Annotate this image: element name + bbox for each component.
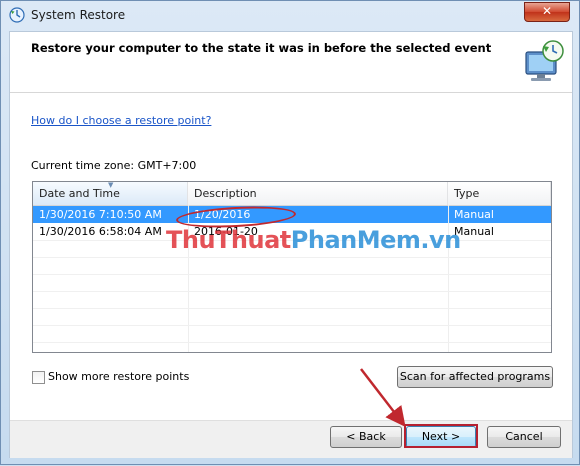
- watermark-logo: ThuThuatPhanMem.vn: [166, 226, 461, 254]
- page-title: Restore your computer to the state it wa…: [31, 41, 492, 55]
- system-restore-window: System Restore ✕ Restore your computer t…: [0, 0, 580, 465]
- watermark-part: Thuat: [215, 226, 291, 254]
- system-restore-icon: [9, 7, 25, 23]
- list-header: Date and Time Description Type ▼: [33, 182, 551, 206]
- row-type: Manual: [454, 208, 494, 221]
- watermark-part: PhanMem: [290, 226, 421, 254]
- back-button[interactable]: < Back: [330, 426, 402, 448]
- watermark-part: Thu: [166, 226, 216, 254]
- row-divider: [33, 325, 551, 326]
- close-icon: ✕: [541, 4, 553, 18]
- timezone-label: Current time zone: GMT+7:00: [31, 159, 197, 172]
- row-divider: [33, 274, 551, 275]
- cancel-button[interactable]: Cancel: [487, 426, 561, 448]
- row-divider: [33, 342, 551, 343]
- title-bar[interactable]: System Restore ✕: [1, 1, 579, 31]
- wizard-header: Restore your computer to the state it wa…: [10, 32, 572, 93]
- watermark-part: .vn: [420, 226, 461, 254]
- show-more-label[interactable]: Show more restore points: [48, 370, 189, 383]
- next-highlight-annotation: [404, 424, 478, 448]
- wizard-body: How do I choose a restore point? Current…: [10, 93, 572, 420]
- row-divider: [33, 291, 551, 292]
- sort-arrow-icon: ▼: [108, 181, 114, 189]
- close-button[interactable]: ✕: [524, 2, 570, 22]
- row-type: Manual: [454, 225, 494, 238]
- column-description[interactable]: Description: [188, 182, 448, 205]
- restore-points-list[interactable]: Date and Time Description Type ▼ 1/30/20…: [32, 181, 552, 353]
- scan-affected-programs-button[interactable]: Scan for affected programs: [397, 366, 553, 388]
- restore-monitor-icon: [525, 40, 564, 81]
- window-title: System Restore: [31, 8, 126, 22]
- row-date: 1/30/2016 7:10:50 AM: [39, 208, 162, 221]
- show-more-checkbox[interactable]: [32, 371, 45, 384]
- row-date: 1/30/2016 6:58:04 AM: [39, 225, 162, 238]
- row-divider: [33, 308, 551, 309]
- help-link[interactable]: How do I choose a restore point?: [31, 114, 211, 127]
- row-divider: [33, 257, 551, 258]
- column-type[interactable]: Type: [448, 182, 551, 205]
